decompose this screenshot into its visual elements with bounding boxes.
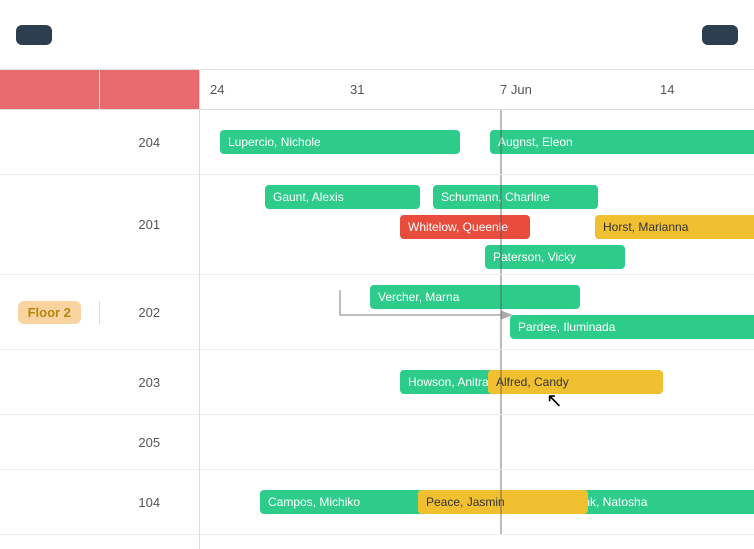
room-header [100, 70, 200, 109]
date-header: 24 31 7 Jun 14 [200, 70, 754, 110]
column-headers [0, 70, 199, 110]
rooms-list: 204 201 Floor 2 202 203 205 104 [0, 110, 199, 535]
room-number: 205 [100, 435, 200, 450]
gantt-bar[interactable]: Whitelow, Queenie [400, 215, 530, 239]
quarter-button[interactable] [702, 25, 738, 45]
today-line [500, 470, 502, 534]
room-number: 202 [100, 305, 200, 320]
date-label: 31 [350, 82, 364, 97]
gantt-bar[interactable]: Gaunt, Alexis [265, 185, 420, 209]
main-content: 204 201 Floor 2 202 203 205 104 24 31 7 Jun 14 Lu… [0, 70, 754, 549]
room-number: 104 [100, 495, 200, 510]
floor-label: Floor 2 [18, 301, 81, 324]
gantt-bar[interactable]: Schumann, Charline [433, 185, 598, 209]
today-line [500, 350, 502, 414]
gantt-row: Gaunt, Alexis Schumann, Charline Whitelow,… [200, 175, 754, 275]
left-panel: 204 201 Floor 2 202 203 205 104 [0, 70, 200, 549]
gantt-row: Howson, AnitraAlfred, Candy↖ [200, 350, 754, 415]
room-number: 203 [100, 375, 200, 390]
floor-cell: Floor 2 [0, 301, 100, 324]
today-line [500, 415, 502, 469]
today-line [500, 175, 502, 274]
gantt-row: Campos, Michiko Runk, NatoshaPeace, Jasmi… [200, 470, 754, 535]
gantt-rows: Lupercio, Nichole Augnst, Eleon Gaunt, Ale… [200, 110, 754, 549]
gantt-bar[interactable]: Peace, Jasmin [418, 490, 588, 514]
date-label: 7 Jun [500, 82, 532, 97]
gantt-bar[interactable]: Campos, Michiko [260, 490, 425, 514]
room-row: 204 [0, 110, 199, 175]
room-number: 204 [100, 135, 200, 150]
scroll-today-button[interactable] [16, 25, 52, 45]
gantt-bar[interactable]: Runk, Natosha [560, 490, 754, 514]
gantt-bar[interactable]: Lupercio, Nichole [220, 130, 460, 154]
today-line [500, 110, 502, 174]
room-row: Floor 2 202 [0, 275, 199, 350]
top-bar [0, 0, 754, 70]
floor-header [0, 70, 100, 109]
gantt-bar[interactable]: Augnst, Eleon [490, 130, 754, 154]
gantt-bar[interactable]: Alfred, Candy [488, 370, 663, 394]
gantt-bar[interactable]: Paterson, Vicky [485, 245, 625, 269]
date-label: 24 [210, 82, 224, 97]
room-row: 104 [0, 470, 199, 535]
gantt-row [200, 415, 754, 470]
app-container: 204 201 Floor 2 202 203 205 104 24 31 7 Jun 14 Lu… [0, 0, 754, 549]
gantt-bar[interactable]: Pardee, Iluminada [510, 315, 754, 339]
room-row: 201 [0, 175, 199, 275]
gantt-row: Lupercio, Nichole Augnst, Eleon [200, 110, 754, 175]
gantt-area: 24 31 7 Jun 14 Lupercio, Nichole Augnst, Ele… [200, 70, 754, 549]
gantt-row: Vercher, MarnaPardee, Iluminada [200, 275, 754, 350]
room-number: 201 [100, 217, 200, 232]
today-line [500, 275, 502, 349]
gantt-bar[interactable]: Horst, Marianna [595, 215, 754, 239]
date-label: 14 [660, 82, 674, 97]
room-row: 203 [0, 350, 199, 415]
connector-arrow [335, 280, 515, 325]
room-row: 205 [0, 415, 199, 470]
